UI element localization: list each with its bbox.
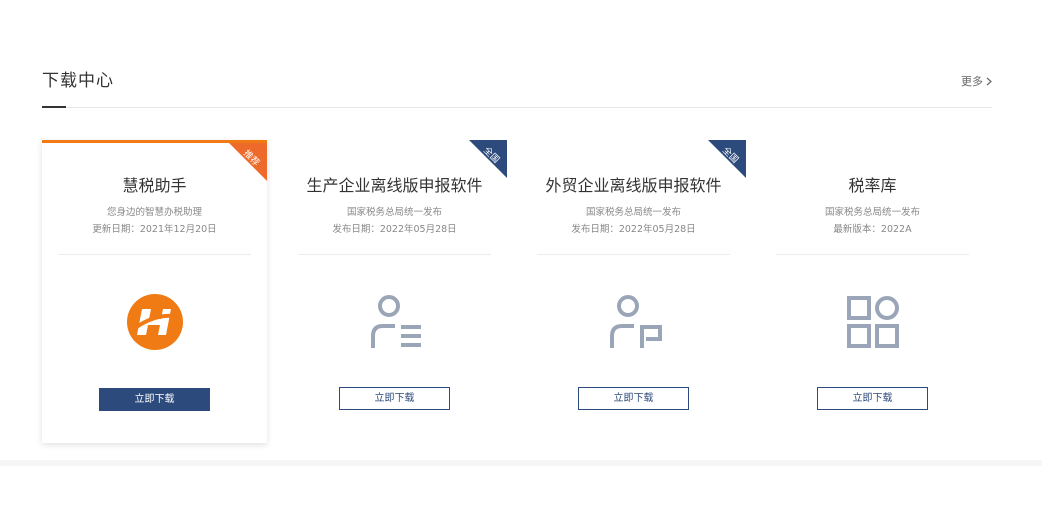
apps-grid-icon	[846, 296, 899, 348]
user-card-icon	[609, 295, 662, 348]
card-divider	[537, 254, 730, 255]
download-button[interactable]: 立即下载	[99, 388, 210, 411]
card-huishui-assistant: 推荐 慧税助手 您身边的智慧办税助理 更新日期：2021年12月20日 立即下载	[42, 140, 267, 443]
more-link[interactable]: 更多	[961, 73, 992, 89]
card-foreign-trade-enterprise-software: 全国 外贸企业离线版申报软件 国家税务总局统一发布 发布日期：2022年05月2…	[521, 140, 746, 443]
download-button[interactable]: 立即下载	[339, 387, 450, 410]
card-divider	[58, 254, 251, 255]
section-title-underline	[42, 106, 66, 108]
card-subtitle: 您身边的智慧办税助理	[106, 207, 202, 218]
card-divider	[776, 254, 969, 255]
card-date: 发布日期：2022年05月28日	[332, 224, 457, 235]
card-production-enterprise-software: 全国 生产企业离线版申报软件 国家税务总局统一发布 发布日期：2022年05月2…	[282, 140, 507, 443]
card-title: 生产企业离线版申报软件	[306, 176, 483, 195]
card-tax-rate-library: 税率库 国家税务总局统一发布 最新版本：2022A 立即下载	[760, 140, 985, 443]
card-date: 发布日期：2022年05月28日	[571, 224, 696, 235]
card-date: 更新日期：2021年12月20日	[92, 224, 217, 235]
card-title: 税率库	[848, 176, 897, 195]
card-title: 慧税助手	[122, 176, 187, 195]
user-list-icon	[370, 295, 421, 348]
more-link-label: 更多	[961, 75, 983, 88]
download-button[interactable]: 立即下载	[578, 387, 689, 410]
section-title: 下载中心	[42, 71, 114, 91]
download-button[interactable]: 立即下载	[817, 387, 928, 410]
card-title: 外贸企业离线版申报软件	[545, 176, 722, 195]
card-date: 最新版本：2022A	[833, 224, 912, 235]
card-subtitle: 国家税务总局统一发布	[346, 207, 442, 218]
huishui-logo-icon	[126, 294, 183, 350]
footer-band	[0, 460, 1042, 521]
chevron-right-icon	[986, 77, 992, 85]
card-subtitle: 国家税务总局统一发布	[585, 207, 681, 218]
card-divider	[298, 254, 491, 255]
card-subtitle: 国家税务总局统一发布	[824, 207, 920, 218]
section-divider	[42, 107, 992, 108]
download-center-section: 下载中心 更多 推荐 慧税助手 您身边的智慧办税助理 更新日期：2021年12月…	[42, 0, 992, 460]
